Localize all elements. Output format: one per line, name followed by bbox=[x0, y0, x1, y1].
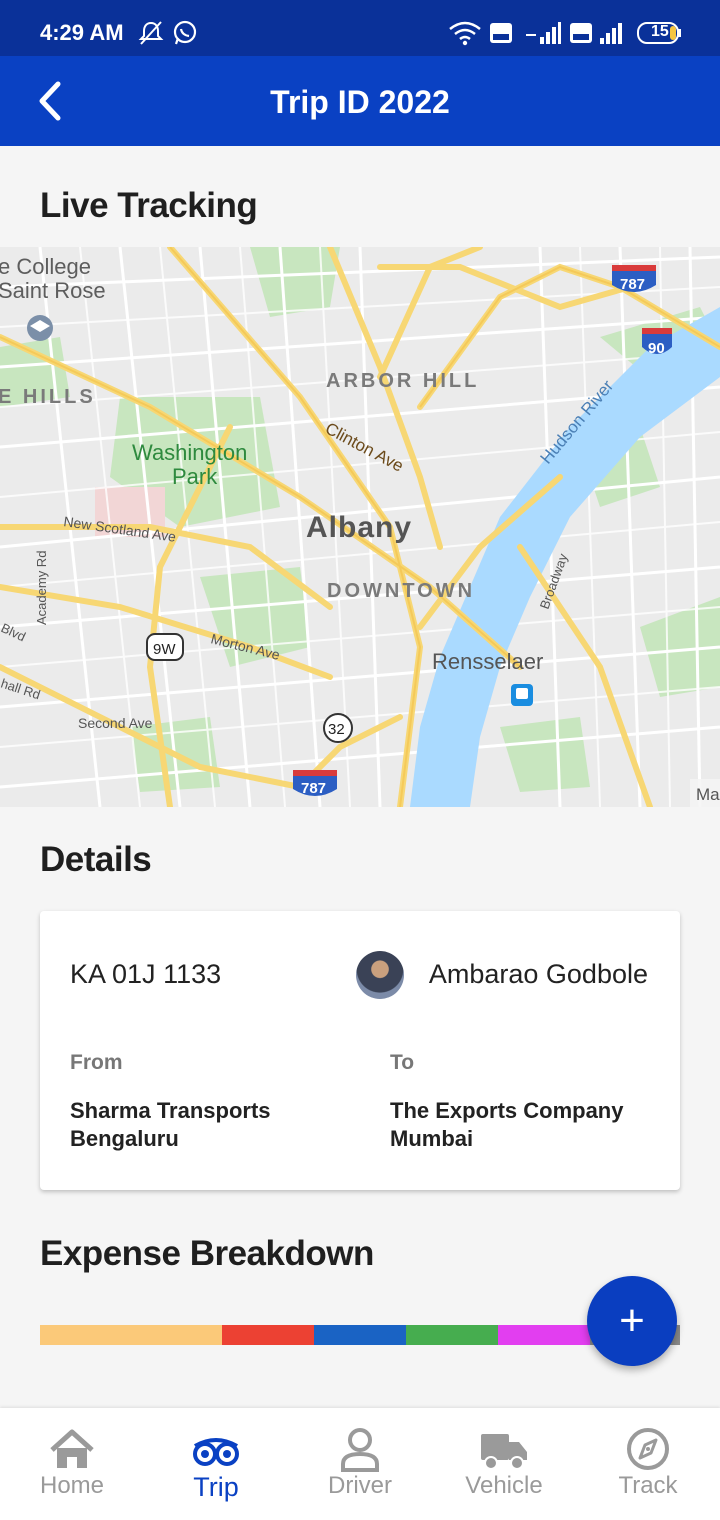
map-label-second-ave: Second Ave bbox=[78, 715, 153, 731]
map-label-park: Park bbox=[172, 464, 218, 489]
from-line-2: Bengaluru bbox=[70, 1126, 179, 1151]
map-label-downtown: DOWNTOWN bbox=[327, 580, 475, 602]
add-expense-button[interactable]: + bbox=[587, 1276, 677, 1366]
expense-segment bbox=[313, 1325, 407, 1345]
nav-item-driver[interactable]: Driver bbox=[288, 1408, 432, 1520]
nav-item-vehicle[interactable]: Vehicle bbox=[432, 1408, 576, 1520]
trip-binoculars-icon bbox=[193, 1438, 239, 1466]
map-label-arbor-hill: ARBOR HILL bbox=[326, 370, 479, 392]
to-label: To bbox=[390, 1051, 415, 1074]
plus-icon: + bbox=[619, 1296, 645, 1345]
trip-details-card: KA 01J 1133 Ambarao Godbole From Sharma … bbox=[40, 911, 680, 1190]
battery-level: 15 bbox=[651, 23, 669, 40]
volte-icon bbox=[490, 23, 512, 43]
driver-name: Ambarao Godbole bbox=[428, 959, 648, 989]
interstate-90-label: 90 bbox=[648, 340, 665, 357]
to-line-2: Mumbai bbox=[390, 1126, 474, 1151]
app-bar: Trip ID 2022 bbox=[0, 56, 720, 146]
map-attribution: Ma bbox=[696, 785, 720, 804]
map-label-hills: E HILLS bbox=[0, 386, 96, 408]
map-label-rensselaer: Rensselaer bbox=[432, 649, 543, 674]
nav-label-trip: Trip bbox=[193, 1472, 239, 1502]
from-label: From bbox=[70, 1051, 123, 1074]
bottom-navigation: Home Trip Driver Vehicle Track bbox=[0, 1408, 720, 1520]
volte-icon bbox=[570, 23, 592, 43]
map-canvas[interactable]: e College Saint Rose E HILLS ARBOR HILL … bbox=[0, 247, 720, 807]
status-bar: 4:29 AM 15 bbox=[0, 0, 720, 56]
route-32-label: 32 bbox=[328, 721, 345, 738]
route-9w-label: 9W bbox=[153, 641, 176, 658]
interstate-787-top-label: 787 bbox=[620, 276, 645, 293]
map-label-academy-rd: Academy Rd bbox=[34, 551, 49, 625]
map-label-washington: Washington bbox=[132, 440, 247, 465]
live-tracking-map[interactable]: e College Saint Rose E HILLS ARBOR HILL … bbox=[0, 247, 720, 807]
whatsapp-icon bbox=[173, 20, 197, 45]
expense-segment bbox=[40, 1325, 222, 1345]
nav-item-trip[interactable]: Trip bbox=[144, 1408, 288, 1520]
expense-breakdown-heading: Expense Breakdown bbox=[40, 1234, 374, 1273]
live-tracking-heading: Live Tracking bbox=[40, 186, 258, 225]
vehicle-number: KA 01J 1133 bbox=[70, 959, 222, 989]
expense-segment bbox=[221, 1325, 314, 1345]
signal-4g-icon bbox=[526, 22, 561, 44]
expense-segment bbox=[406, 1325, 499, 1345]
driver-person-icon bbox=[341, 1428, 379, 1472]
expense-segment bbox=[498, 1325, 591, 1345]
map-label-albany: Albany bbox=[306, 511, 412, 544]
nav-label-vehicle: Vehicle bbox=[465, 1472, 543, 1499]
signal-icon bbox=[600, 23, 622, 44]
map-label-saint-rose: Saint Rose bbox=[0, 278, 106, 303]
details-heading: Details bbox=[40, 840, 152, 879]
to-line-1: The Exports Company bbox=[390, 1098, 624, 1123]
map-label-college: e College bbox=[0, 254, 91, 279]
driver-avatar bbox=[356, 951, 404, 999]
status-time: 4:29 AM bbox=[40, 20, 124, 45]
interstate-787-bottom-label: 787 bbox=[301, 780, 326, 797]
compass-icon bbox=[627, 1428, 669, 1470]
nav-label-home: Home bbox=[39, 1472, 105, 1499]
nav-label-driver: Driver bbox=[328, 1472, 392, 1499]
nav-item-home[interactable]: Home bbox=[0, 1408, 144, 1520]
nav-item-track[interactable]: Track bbox=[576, 1408, 720, 1520]
mute-bell-icon bbox=[138, 21, 164, 45]
wifi-icon bbox=[449, 21, 481, 46]
to-address: The Exports Company Mumbai bbox=[390, 1097, 623, 1153]
page-title: Trip ID 2022 bbox=[270, 84, 450, 120]
truck-icon bbox=[481, 1434, 527, 1470]
home-icon bbox=[50, 1429, 94, 1468]
expense-breakdown-bar bbox=[40, 1325, 680, 1345]
from-line-1: Sharma Transports bbox=[70, 1098, 271, 1123]
nav-label-track: Track bbox=[618, 1472, 678, 1499]
from-address: Sharma Transports Bengaluru bbox=[70, 1097, 271, 1153]
